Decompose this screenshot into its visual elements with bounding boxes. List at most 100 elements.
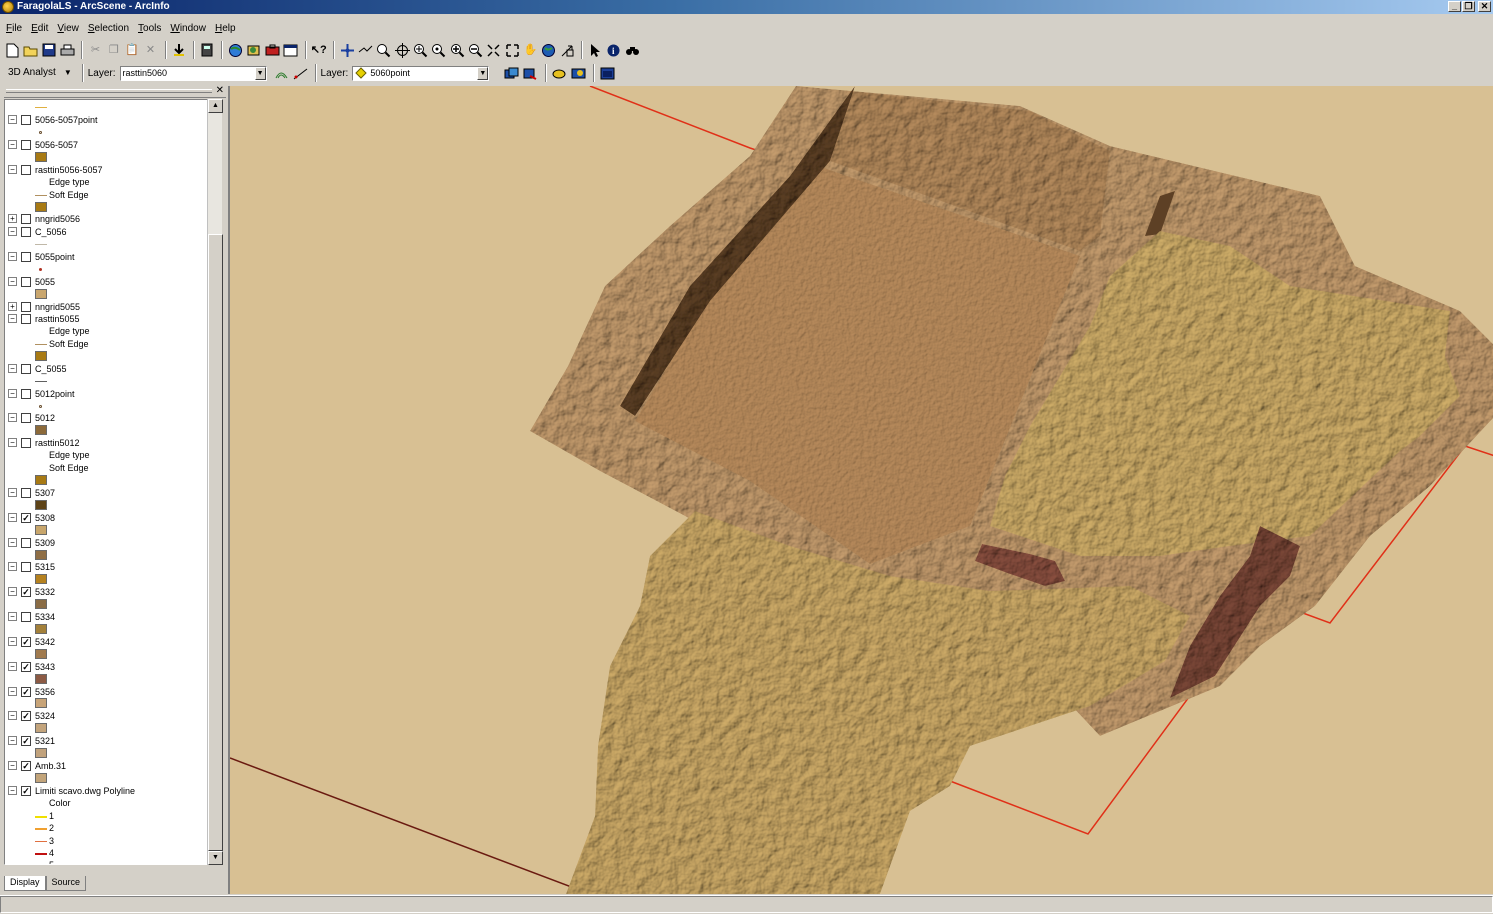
collapse-icon[interactable]: − xyxy=(8,364,17,373)
scene-properties-icon[interactable] xyxy=(522,65,539,82)
layer-checkbox[interactable] xyxy=(21,165,31,175)
restore-button[interactable]: ❐ xyxy=(1462,1,1475,12)
save-icon[interactable] xyxy=(41,42,57,59)
layer-checkbox[interactable] xyxy=(21,413,31,423)
toc-grip[interactable]: ✕ xyxy=(4,86,226,98)
layer-checkbox[interactable] xyxy=(21,364,31,374)
viewer-window-icon[interactable] xyxy=(599,65,616,82)
delete-icon[interactable]: ✕ xyxy=(142,42,158,59)
collapse-icon[interactable]: − xyxy=(8,314,17,323)
zoom-to-target-icon[interactable] xyxy=(412,42,428,59)
collapse-icon[interactable]: − xyxy=(8,662,17,671)
menu-file[interactable]: File xyxy=(6,23,22,34)
select-elements-icon[interactable] xyxy=(587,42,603,59)
collapse-icon[interactable]: − xyxy=(8,538,17,547)
layer-checkbox[interactable] xyxy=(21,562,31,572)
menu-tools[interactable]: Tools xyxy=(138,23,161,34)
add-data-icon[interactable] xyxy=(171,42,187,59)
expand-icon[interactable]: + xyxy=(8,302,17,311)
layer-checkbox[interactable] xyxy=(21,612,31,622)
menu-window[interactable]: Window xyxy=(170,23,206,34)
collapse-icon[interactable]: − xyxy=(8,115,17,124)
collapse-icon[interactable]: − xyxy=(8,413,17,422)
layer-checkbox[interactable]: ✓ xyxy=(21,786,31,796)
layer-checkbox[interactable]: ✓ xyxy=(21,736,31,746)
collapse-icon[interactable]: − xyxy=(8,687,17,696)
layer-checkbox[interactable] xyxy=(21,214,31,224)
layer-checkbox[interactable] xyxy=(21,389,31,399)
layer-checkbox[interactable]: ✓ xyxy=(21,637,31,647)
collapse-icon[interactable]: − xyxy=(8,562,17,571)
layer-checkbox[interactable] xyxy=(21,438,31,448)
layer-checkbox[interactable]: ✓ xyxy=(21,662,31,672)
layer-checkbox[interactable]: ✓ xyxy=(21,711,31,721)
collapse-icon[interactable]: − xyxy=(8,438,17,447)
chevron-down-icon[interactable]: ▼ xyxy=(254,66,266,80)
3d-analyst-menu[interactable]: 3D Analyst ▼ xyxy=(2,64,78,82)
scroll-thumb[interactable] xyxy=(208,234,223,851)
print-icon[interactable] xyxy=(59,42,75,59)
globe-icon[interactable] xyxy=(227,42,243,59)
collapse-icon[interactable]: − xyxy=(8,587,17,596)
layer-checkbox[interactable] xyxy=(21,115,31,125)
menu-help[interactable]: Help xyxy=(215,23,236,34)
new-document-icon[interactable] xyxy=(4,42,20,59)
scroll-down-icon[interactable]: ▼ xyxy=(208,851,223,865)
layer-checkbox[interactable]: ✓ xyxy=(21,687,31,697)
collapse-icon[interactable]: − xyxy=(8,277,17,286)
layer-checkbox[interactable] xyxy=(21,227,31,237)
collapse-icon[interactable]: − xyxy=(8,736,17,745)
collapse-icon[interactable]: − xyxy=(8,140,17,149)
tin-layer-select[interactable]: 5060point ▼ xyxy=(352,65,490,81)
zoom-in-out-icon[interactable] xyxy=(376,42,392,59)
narrow-field-of-view-icon[interactable] xyxy=(559,42,575,59)
tab-display[interactable]: Display xyxy=(4,876,46,891)
expand-icon[interactable]: + xyxy=(8,214,17,223)
tab-source[interactable]: Source xyxy=(45,876,87,891)
layer-checkbox[interactable] xyxy=(21,252,31,262)
analysis-layer-select[interactable]: rasttin5060 ▼ xyxy=(119,65,267,81)
full-extent-icon[interactable] xyxy=(486,42,502,59)
menu-selection[interactable]: Selection xyxy=(88,23,129,34)
menu-edit[interactable]: Edit xyxy=(31,23,48,34)
layer-checkbox[interactable] xyxy=(21,488,31,498)
collapse-icon[interactable]: − xyxy=(8,637,17,646)
toolbox-icon[interactable] xyxy=(264,42,280,59)
calculator-icon[interactable] xyxy=(199,42,215,59)
scroll-up-icon[interactable]: ▲ xyxy=(208,99,223,113)
collapse-icon[interactable]: − xyxy=(8,612,17,621)
layer-checkbox[interactable] xyxy=(21,277,31,287)
contour-icon[interactable] xyxy=(273,65,290,82)
collapse-icon[interactable]: − xyxy=(8,165,17,174)
paste-icon[interactable]: 📋 xyxy=(124,42,140,59)
line-of-sight-icon[interactable] xyxy=(292,65,309,82)
scene-view[interactable] xyxy=(228,86,1493,894)
collapse-icon[interactable]: − xyxy=(8,389,17,398)
layer-checkbox[interactable] xyxy=(21,538,31,548)
minimize-button[interactable]: _ xyxy=(1448,1,1461,12)
cut-icon[interactable]: ✂ xyxy=(87,42,103,59)
command-line-icon[interactable] xyxy=(282,42,298,59)
center-on-target-icon[interactable] xyxy=(394,42,410,59)
whats-this-help-icon[interactable]: ↖? xyxy=(311,42,327,59)
toc-scrollbar[interactable]: ▲ ▼ xyxy=(207,99,223,865)
layer-checkbox[interactable] xyxy=(21,314,31,324)
layer-checkbox[interactable]: ✓ xyxy=(21,513,31,523)
collapse-icon[interactable]: − xyxy=(8,252,17,261)
collapse-icon[interactable]: − xyxy=(8,513,17,522)
open-folder-icon[interactable] xyxy=(22,42,38,59)
pan-hand-icon[interactable]: ✋ xyxy=(522,42,538,59)
identify-icon[interactable]: i xyxy=(606,42,622,59)
find-binoculars-icon[interactable] xyxy=(624,42,640,59)
layer-checkbox[interactable]: ✓ xyxy=(21,587,31,597)
layer-checkbox[interactable] xyxy=(21,302,31,312)
zoom-out-icon[interactable] xyxy=(467,42,483,59)
collapse-icon[interactable]: − xyxy=(8,786,17,795)
set-observer-icon[interactable] xyxy=(431,42,447,59)
navigate-icon[interactable] xyxy=(339,42,355,59)
close-button[interactable]: ✕ xyxy=(1478,1,1491,12)
collapse-icon[interactable]: − xyxy=(8,227,17,236)
chevron-down-icon[interactable]: ▼ xyxy=(477,66,489,80)
capture-view-icon[interactable] xyxy=(570,65,587,82)
close-icon[interactable]: ✕ xyxy=(216,86,224,96)
